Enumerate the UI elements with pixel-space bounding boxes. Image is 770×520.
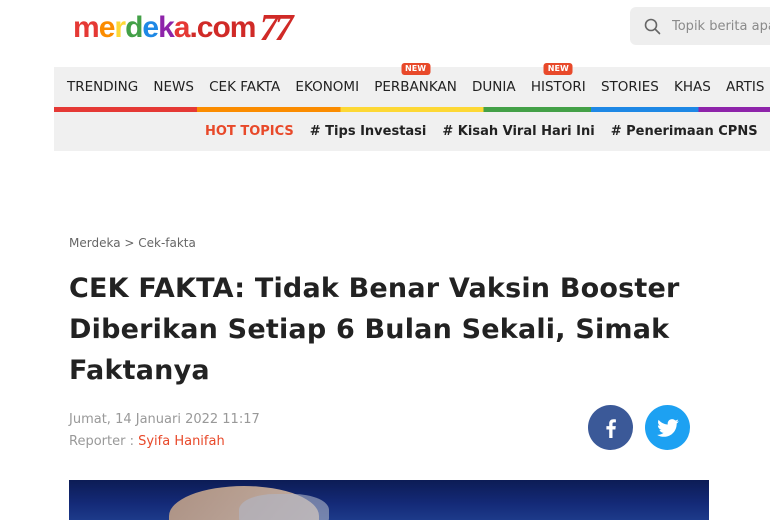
logo-letter: m xyxy=(73,11,100,44)
search-box[interactable] xyxy=(630,7,770,45)
breadcrumb[interactable]: Merdeka > Cek-fakta xyxy=(69,236,196,250)
nav-item-stories[interactable]: STORIES xyxy=(593,67,666,107)
logo-letter: k xyxy=(158,11,175,44)
logo-letter: e xyxy=(98,11,116,44)
logo-letter: d xyxy=(125,11,143,44)
nav-item-label: HISTORI xyxy=(530,79,586,95)
reporter-label: Reporter : xyxy=(69,434,139,449)
article-date: Jumat, 14 Januari 2022 11:17 xyxy=(69,412,260,427)
new-badge: NEW xyxy=(543,63,573,75)
logo-letter: a xyxy=(173,11,191,44)
hot-topic-link[interactable]: # Kisah Viral Hari Ini xyxy=(442,124,594,139)
logo-letter: r xyxy=(114,11,126,44)
article-title: CEK FAKTA: Tidak Benar Vaksin Booster Di… xyxy=(69,273,680,386)
nav-item-ekonomi[interactable]: EKONOMI xyxy=(288,67,367,107)
hot-topic-link[interactable]: # Tips Investasi xyxy=(310,124,427,139)
site-logo[interactable]: merdeka.com 77 xyxy=(73,7,293,49)
nav-item-label: STORIES xyxy=(600,79,659,95)
nav-item-label: NEWS xyxy=(153,79,194,95)
article-hero-image xyxy=(69,480,709,520)
logo-letter: e xyxy=(142,11,159,44)
twitter-icon xyxy=(656,418,679,437)
share-facebook-button[interactable] xyxy=(588,405,633,450)
nav-item-perbankan[interactable]: PERBANKAN NEW xyxy=(367,63,465,107)
share-twitter-button[interactable] xyxy=(645,405,690,450)
nav-item-label: PERBANKAN xyxy=(374,79,457,95)
new-badge: NEW xyxy=(401,63,431,75)
nav-item-label: ARTIS xyxy=(726,79,765,95)
logo-wordmark: merdeka.com xyxy=(73,11,256,45)
nav-item-cek-fakta[interactable]: CEK FAKTA xyxy=(202,67,288,107)
main-nav: TRENDING NEWS CEK FAKTA EKONOMI PERBANKAN NEW… xyxy=(54,63,770,107)
nav-item-label: CEK FAKTA xyxy=(209,79,281,95)
reporter-name[interactable]: Syifa Hanifah xyxy=(138,434,225,449)
nav-item-histori[interactable]: HISTORI NEW xyxy=(523,63,593,107)
nav-item-trending[interactable]: TRENDING xyxy=(54,67,146,107)
nav-item-khas[interactable]: KHAS xyxy=(666,67,718,107)
hot-topic-link[interactable]: # Penerimaan CPNS xyxy=(611,124,758,139)
hot-topics-bar: HOT TOPICS # Tips Investasi # Kisah Viral… xyxy=(54,112,770,151)
facebook-icon xyxy=(605,418,616,438)
article-meta: Jumat, 14 Januari 2022 11:17 Reporter : … xyxy=(69,409,260,453)
search-icon xyxy=(644,18,661,34)
hot-topics-label: HOT TOPICS xyxy=(205,124,294,139)
nav-item-label: KHAS xyxy=(674,79,711,95)
nav-item-label: DUNIA xyxy=(472,79,516,95)
logo-letter: .com xyxy=(189,11,256,44)
nav-item-news[interactable]: NEWS xyxy=(146,67,202,107)
nav-item-label: TRENDING xyxy=(67,79,139,95)
nav-item-artis[interactable]: ARTIS xyxy=(718,67,770,107)
nav-item-dunia[interactable]: DUNIA xyxy=(464,67,523,107)
search-input[interactable] xyxy=(670,17,770,35)
nav-item-label: EKONOMI xyxy=(295,79,360,95)
logo-anniversary: 77 xyxy=(259,7,293,49)
article-reporter: Reporter : Syifa Hanifah xyxy=(69,431,260,453)
